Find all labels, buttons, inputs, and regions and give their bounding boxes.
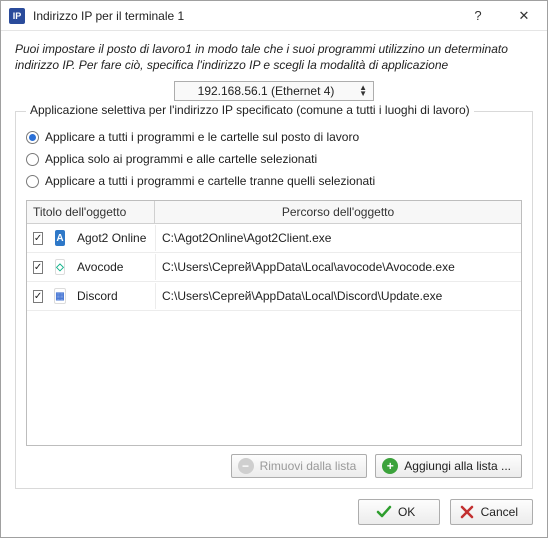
radio-label: Applica solo ai programmi e alle cartell… [45,152,317,166]
radio-icon [26,175,39,188]
column-header-title[interactable]: Titolo dell'oggetto [27,201,155,223]
footer-buttons: OK Cancel [15,489,533,525]
table-row[interactable]: ◇ Avocode C:\Users\Сергей\AppData\Local\… [27,253,521,282]
close-button[interactable]: ✕ [501,1,547,31]
cross-icon [459,504,475,520]
check-icon [376,504,392,520]
table-body: A Agot2 Online C:\Agot2Online\Agot2Clien… [27,224,521,445]
cancel-button-label: Cancel [481,505,518,519]
add-button-label: Aggiungi alla lista ... [404,459,511,473]
content-area: Puoi impostare il posto di lavoro1 in mo… [1,31,547,537]
objects-table: Titolo dell'oggetto Percorso dell'oggett… [26,200,522,446]
help-button[interactable]: ? [455,1,501,31]
plus-icon: + [382,458,398,474]
app-icon: IP [9,8,25,24]
ip-selector-value: 192.168.56.1 (Ethernet 4) [181,84,351,98]
groupbox-title: Applicazione selettiva per l'indirizzo I… [26,103,474,117]
intro-text: Puoi impostare il posto di lavoro1 in mo… [15,41,533,73]
radio-apply-except[interactable]: Applicare a tutti i programmi e cartelle… [26,174,522,188]
row-checkbox[interactable] [33,290,43,303]
ip-selector-row: 192.168.56.1 (Ethernet 4) ▲▼ [15,81,533,101]
row-title: Discord [71,283,155,309]
window-title: Indirizzo IP per il terminale 1 [33,9,455,23]
table-header: Titolo dell'oggetto Percorso dell'oggett… [27,201,521,224]
list-buttons: − Rimuovi dalla lista + Aggiungi alla li… [26,454,522,478]
radio-apply-selected[interactable]: Applica solo ai programmi e alle cartell… [26,152,522,166]
ok-button[interactable]: OK [358,499,440,525]
cancel-button[interactable]: Cancel [450,499,533,525]
ip-selector[interactable]: 192.168.56.1 (Ethernet 4) ▲▼ [174,81,374,101]
window-controls: ? ✕ [455,1,547,31]
row-checkbox[interactable] [33,232,43,245]
row-path: C:\Users\Сергей\AppData\Local\Discord\Up… [155,283,521,309]
remove-button[interactable]: − Rimuovi dalla lista [231,454,368,478]
ok-button-label: OK [398,505,415,519]
application-groupbox: Applicazione selettiva per l'indirizzo I… [15,111,533,489]
row-path: C:\Agot2Online\Agot2Client.exe [155,225,521,251]
spinner-icon: ▲▼ [359,85,367,97]
minus-icon: − [238,458,254,474]
table-row[interactable]: ▦ Discord C:\Users\Сергей\AppData\Local\… [27,282,521,311]
row-checkbox[interactable] [33,261,43,274]
radio-icon [26,131,39,144]
app-row-icon: A [55,230,65,246]
row-title: Avocode [71,254,155,280]
table-row[interactable]: A Agot2 Online C:\Agot2Online\Agot2Clien… [27,224,521,253]
app-row-icon: ◇ [55,259,65,275]
app-row-icon: ▦ [54,288,65,304]
row-title: Agot2 Online [71,225,155,251]
radio-label: Applicare a tutti i programmi e cartelle… [45,174,375,188]
row-path: C:\Users\Сергей\AppData\Local\avocode\Av… [155,254,521,280]
dialog-window: IP Indirizzo IP per il terminale 1 ? ✕ P… [0,0,548,538]
column-header-path[interactable]: Percorso dell'oggetto [155,201,521,223]
add-button[interactable]: + Aggiungi alla lista ... [375,454,522,478]
radio-apply-all[interactable]: Applicare a tutti i programmi e le carte… [26,130,522,144]
radio-icon [26,153,39,166]
titlebar: IP Indirizzo IP per il terminale 1 ? ✕ [1,1,547,31]
remove-button-label: Rimuovi dalla lista [260,459,357,473]
radio-label: Applicare a tutti i programmi e le carte… [45,130,359,144]
